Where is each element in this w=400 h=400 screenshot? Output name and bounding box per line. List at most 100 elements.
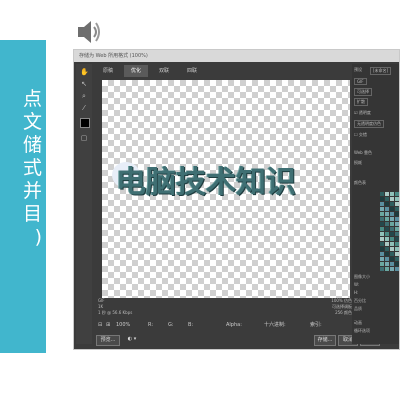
color-swatch[interactable] bbox=[395, 267, 399, 271]
color-swatch[interactable] bbox=[390, 242, 394, 246]
tab-2up[interactable]: 双联 bbox=[152, 65, 176, 77]
color-swatch[interactable] bbox=[385, 232, 389, 236]
dither-select[interactable]: 扩散 bbox=[354, 98, 368, 106]
color-swatch[interactable] bbox=[380, 227, 384, 231]
preview-canvas[interactable]: 电脑技术知识 bbox=[102, 80, 350, 298]
color-swatch[interactable] bbox=[395, 232, 399, 236]
color-swatch[interactable] bbox=[380, 267, 384, 271]
color-swatch[interactable] bbox=[395, 262, 399, 266]
color-swatch[interactable] bbox=[380, 262, 384, 266]
width-label: W: bbox=[354, 282, 360, 287]
zoom-minus-icon[interactable]: ⊟ bbox=[98, 320, 102, 330]
percent-label: 百分比 bbox=[354, 298, 366, 303]
color-swatch[interactable] bbox=[380, 242, 384, 246]
color-swatch[interactable] bbox=[385, 242, 389, 246]
color-swatch[interactable] bbox=[390, 197, 394, 201]
color-swatch[interactable] bbox=[395, 197, 399, 201]
color-swatch[interactable] bbox=[380, 197, 384, 201]
zoom-level[interactable]: 100% bbox=[116, 320, 130, 330]
color-swatch[interactable] bbox=[385, 247, 389, 251]
zoom-plus-icon[interactable]: ⊞ bbox=[106, 320, 110, 330]
transparency-label: 透明度 bbox=[358, 110, 371, 115]
color-swatch[interactable] bbox=[385, 192, 389, 196]
color-swatch[interactable] bbox=[395, 207, 399, 211]
color-swatch[interactable] bbox=[390, 267, 394, 271]
color-swatch[interactable] bbox=[390, 237, 394, 241]
color-swatch[interactable] bbox=[385, 262, 389, 266]
reduction-select[interactable]: 可选择 bbox=[354, 88, 372, 96]
toggle-slices-icon[interactable]: ▢ bbox=[80, 134, 88, 142]
eyedropper-icon[interactable]: ⁄ bbox=[80, 104, 88, 112]
color-swatch[interactable] bbox=[390, 247, 394, 251]
transparency-checkbox[interactable]: ☑ 透明度 bbox=[354, 110, 371, 116]
color-swatch[interactable] bbox=[380, 202, 384, 206]
color-swatch[interactable] bbox=[395, 217, 399, 221]
browser-preview-icon[interactable]: ◐ ▾ bbox=[122, 335, 142, 344]
lossy-label: 损耗 bbox=[354, 160, 362, 165]
color-swatch[interactable] bbox=[385, 197, 389, 201]
slice-select-icon[interactable]: ↖ bbox=[80, 80, 88, 88]
color-swatch[interactable] bbox=[395, 202, 399, 206]
color-swatch[interactable] bbox=[380, 212, 384, 216]
tab-optimized[interactable]: 优化 bbox=[124, 65, 148, 77]
color-swatch[interactable] bbox=[390, 202, 394, 206]
color-swatch[interactable] bbox=[385, 217, 389, 221]
color-swatch[interactable] bbox=[390, 207, 394, 211]
tool-bar: ✋ ↖ ⌕ ⁄ ▢ bbox=[76, 64, 92, 344]
color-swatch[interactable] bbox=[380, 207, 384, 211]
color-swatch[interactable] bbox=[385, 207, 389, 211]
preset-select[interactable]: [未命名] bbox=[370, 67, 392, 75]
color-swatch[interactable] bbox=[385, 252, 389, 256]
color-swatch[interactable] bbox=[395, 227, 399, 231]
color-swatch[interactable] bbox=[380, 257, 384, 261]
speaker-icon[interactable] bbox=[72, 18, 102, 46]
color-swatch[interactable] bbox=[385, 212, 389, 216]
color-swatch[interactable] bbox=[380, 252, 384, 256]
transparency-dither-select[interactable]: 无透明度仿色 bbox=[354, 120, 384, 128]
preview-button[interactable]: 预览... bbox=[96, 335, 120, 346]
color-swatch[interactable] bbox=[390, 217, 394, 221]
color-swatch[interactable] bbox=[395, 192, 399, 196]
color-swatch[interactable] bbox=[395, 212, 399, 216]
slide-line: 储 bbox=[22, 134, 42, 156]
color-swatch[interactable] bbox=[380, 222, 384, 226]
zoom-tool-icon[interactable]: ⌕ bbox=[80, 92, 88, 100]
color-swatch[interactable] bbox=[395, 237, 399, 241]
color-swatch[interactable] bbox=[385, 257, 389, 261]
color-swatch[interactable] bbox=[385, 222, 389, 226]
color-swatch[interactable] bbox=[380, 237, 384, 241]
tab-4up[interactable]: 四联 bbox=[180, 65, 204, 77]
color-swatch[interactable] bbox=[390, 192, 394, 196]
color-swatch[interactable] bbox=[390, 262, 394, 266]
tab-original[interactable]: 原稿 bbox=[96, 65, 120, 77]
color-swatch[interactable] bbox=[380, 232, 384, 236]
color-swatch[interactable] bbox=[385, 202, 389, 206]
color-swatch[interactable] bbox=[390, 232, 394, 236]
color-swatch[interactable] bbox=[390, 257, 394, 261]
save-button[interactable]: 存储... bbox=[314, 335, 336, 346]
color-swatch[interactable] bbox=[395, 257, 399, 261]
dialog-footer: 预览... ◐ ▾ 存储... 取消 完成 bbox=[74, 331, 399, 349]
eyedropper-color-swatch[interactable] bbox=[80, 118, 90, 128]
color-swatch[interactable] bbox=[385, 267, 389, 271]
color-swatch[interactable] bbox=[390, 227, 394, 231]
color-swatch[interactable] bbox=[395, 247, 399, 251]
color-swatch[interactable] bbox=[385, 227, 389, 231]
slide-line: 文 bbox=[22, 111, 42, 133]
canvas-art-text: 电脑技术知识 bbox=[116, 165, 296, 200]
color-swatch[interactable] bbox=[390, 252, 394, 256]
color-swatch[interactable] bbox=[385, 237, 389, 241]
slide-line: 目 bbox=[22, 203, 42, 225]
color-swatch[interactable] bbox=[395, 252, 399, 256]
color-swatch[interactable] bbox=[380, 217, 384, 221]
color-swatch[interactable] bbox=[390, 212, 394, 216]
color-swatch[interactable] bbox=[390, 222, 394, 226]
color-swatch[interactable] bbox=[395, 242, 399, 246]
format-select[interactable]: GIF bbox=[354, 78, 367, 85]
color-swatch[interactable] bbox=[395, 222, 399, 226]
color-swatch[interactable] bbox=[380, 247, 384, 251]
quality-label: 品质 bbox=[354, 306, 362, 311]
color-swatch[interactable] bbox=[380, 192, 384, 196]
interlaced-checkbox[interactable]: ☐ 交错 bbox=[354, 132, 367, 138]
hand-tool-icon[interactable]: ✋ bbox=[80, 68, 89, 76]
